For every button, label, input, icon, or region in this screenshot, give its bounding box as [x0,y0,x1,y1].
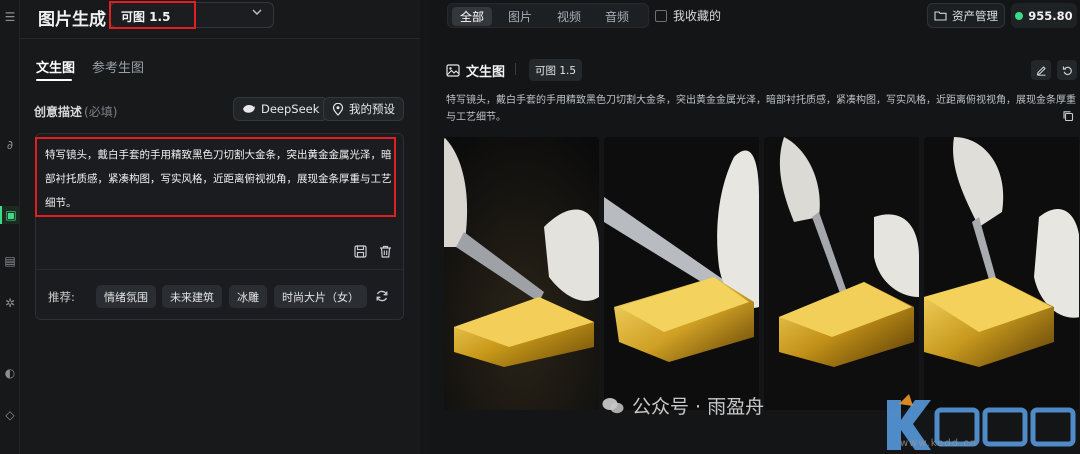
recommend-chip[interactable]: 未来建筑 [162,285,222,308]
description-label: 创意描述 (必填) [34,103,117,120]
favorites-checkbox[interactable] [655,9,667,22]
tab-reference-image[interactable]: 参考生图 [92,57,144,76]
result-header: 文生图 [446,61,505,80]
deepseek-icon [243,104,255,113]
filter-audio[interactable]: 音频 [597,7,637,26]
filter-video[interactable]: 视频 [549,7,589,26]
my-preset-label: 我的预设 [349,102,395,116]
filter-image[interactable]: 图片 [500,7,540,26]
result-gallery [444,137,1080,410]
regenerate-button[interactable] [1057,60,1077,80]
trash-icon[interactable] [378,244,393,259]
favorites-toggle[interactable]: 我收藏的 [655,7,721,24]
calendar-icon[interactable]: ▤ [0,252,20,270]
refresh-icon[interactable] [375,289,389,303]
save-icon[interactable] [353,244,368,259]
media-filter: 全部 图片 视频 音频 [447,3,649,28]
prompt-tools [353,244,393,259]
prompt-divider [36,269,403,270]
undo-icon [1062,66,1072,75]
generated-image-2[interactable] [604,137,759,410]
image-icon [446,64,460,77]
credits-badge[interactable]: 955.80 [1011,3,1077,28]
pencil-icon [1036,65,1046,76]
recommend-label: 推荐: [48,290,75,304]
left-topbar: 图片生成 可图 1.5 [20,0,420,38]
gold-bar-image [444,137,599,410]
asset-management-label: 资产管理 [952,8,998,23]
recommend-chip[interactable]: 情绪氛围 [96,285,156,308]
generated-image-1[interactable] [444,137,599,410]
right-panel: 全部 图片 视频 音频 我收藏的 资产管理 955.80 文生图 可图 1.5 … [430,0,1080,454]
required-hint: (必填) [84,105,118,119]
settings-icon[interactable]: ◇ [0,406,20,424]
deepseek-label: DeepSeek [261,102,320,116]
highlight-box-prompt [35,137,396,217]
result-model-chip: 可图 1.5 [529,59,583,81]
highlight-box-model [109,1,196,29]
recommend-chip[interactable]: 冰雕 [229,285,267,308]
credit-icon [1015,11,1024,20]
image-gen-icon[interactable]: ▣ [0,206,20,224]
location-pin-icon [332,102,344,116]
wechat-icon [602,397,624,413]
tab-underline [36,79,72,81]
copy-icon[interactable] [1062,110,1074,122]
left-panel: 图片生成 可图 1.5 文生图 参考生图 创意描述 (必填) DeepSeek 我… [20,0,420,454]
filter-all[interactable]: 全部 [452,7,492,26]
chevron-down-icon [252,9,262,15]
tab-text-to-image[interactable]: 文生图 [36,57,75,76]
credits-value: 955.80 [1028,8,1073,23]
gold-bar-image [604,137,759,410]
generated-image-3[interactable] [764,137,919,410]
edit-button[interactable] [1031,60,1051,80]
sparkle-icon[interactable]: ✲ [0,294,20,312]
gold-bar-image [764,137,919,410]
result-mode-label: 文生图 [466,65,506,80]
deepseek-button[interactable]: DeepSeek [233,97,329,121]
description-label-text: 创意描述 [34,105,83,119]
watermark-url: www.kedd.cn [900,438,978,449]
gold-bar-image [924,137,1079,410]
sound-icon[interactable]: ◐ [0,364,20,382]
generated-image-4[interactable] [924,137,1079,410]
header-separator [515,63,516,75]
watermark-text: 公众号 · 雨盈舟 [632,396,765,418]
result-prompt-text: 特写镜头，戴白手套的手用精致黑色刀切割大金条，突出黄金金属光泽，暗部衬托质感，紧… [446,95,1076,123]
my-preset-button[interactable]: 我的预设 [323,97,404,121]
folder-icon [934,11,947,21]
app-title: 图片生成 [38,10,106,30]
left-icon-rail: ☰ ∂ ▣ ▤ ✲ ◐ ◇ [0,0,20,454]
link-icon[interactable]: ∂ [0,136,20,154]
menu-icon[interactable]: ☰ [0,8,20,26]
favorites-label: 我收藏的 [673,9,722,23]
watermark: 公众号 · 雨盈舟 [602,392,764,419]
asset-management-button[interactable]: 资产管理 [927,3,1005,28]
recommend-chip[interactable]: 时尚大片（女） [274,285,367,308]
divider [20,38,420,39]
